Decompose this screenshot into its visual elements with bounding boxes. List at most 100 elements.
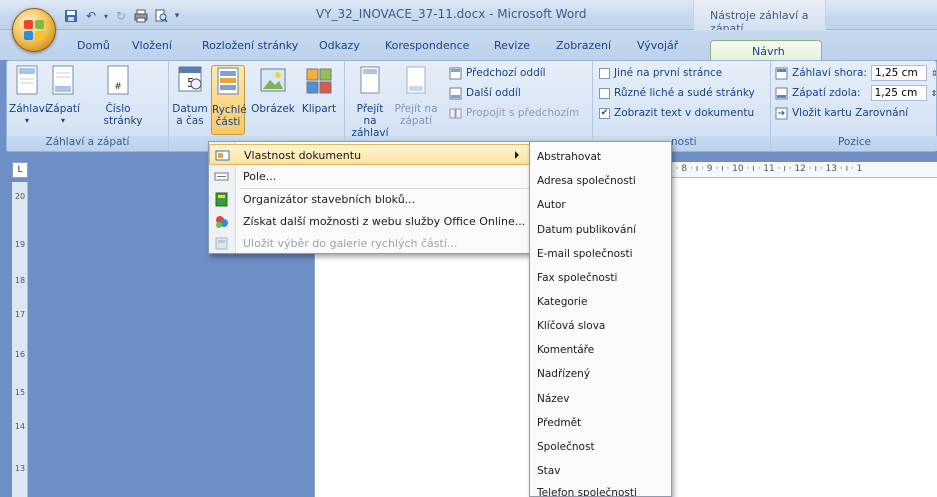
submenu-item[interactable]: Autor bbox=[537, 199, 566, 211]
link-previous-button[interactable]: Propojit s předchozím bbox=[449, 105, 579, 121]
header-from-top-label: Záhlaví shora: bbox=[792, 67, 867, 79]
clipart-button[interactable]: Klipart bbox=[297, 65, 341, 115]
footer-from-bottom-input[interactable]: 1,25 cm bbox=[870, 85, 927, 101]
submenu-item[interactable]: Předmět bbox=[537, 417, 581, 429]
office-button[interactable] bbox=[12, 8, 56, 52]
prev-section-button[interactable]: Předchozí oddíl bbox=[449, 65, 546, 81]
redo-icon[interactable]: ↻ bbox=[112, 7, 130, 25]
submenu-item[interactable]: Komentáře bbox=[537, 344, 594, 356]
tab-view[interactable]: Zobrazení bbox=[556, 39, 611, 52]
goto-header-icon bbox=[360, 66, 380, 94]
menu-item-office-online[interactable]: Získat další možnosti z webu služby Offi… bbox=[209, 211, 530, 232]
submenu-item[interactable]: Telefon společnosti bbox=[537, 487, 637, 496]
tab-selector[interactable]: L bbox=[12, 162, 28, 178]
menu-item-field[interactable]: Pole... bbox=[209, 166, 530, 187]
goto-footer-label-1: Přejít na bbox=[394, 103, 438, 115]
header-label: Záhlaví bbox=[9, 103, 48, 115]
insert-alignment-tab-label: Vložit kartu Zarovnání bbox=[792, 107, 909, 119]
tab-references[interactable]: Odkazy bbox=[319, 39, 360, 52]
chevron-down-icon[interactable]: ▾ bbox=[102, 7, 110, 25]
picture-label: Obrázek bbox=[251, 103, 295, 115]
vertical-ruler-tick: 17 bbox=[14, 310, 26, 319]
group-insert: 5 Datum a čas Rychlé části Obrázek Klipa… bbox=[169, 61, 345, 151]
tab-insert[interactable]: Vložení bbox=[132, 39, 172, 52]
link-previous-label: Propojit s předchozím bbox=[466, 107, 580, 119]
menu-item-building-blocks[interactable]: Organizátor stavebních bloků... bbox=[209, 189, 530, 210]
quick-access-toolbar: ↶ ▾ ↻ ▾ bbox=[62, 6, 182, 26]
tab-design[interactable]: Návrh bbox=[710, 40, 822, 62]
submenu-item[interactable]: Adresa společnosti bbox=[537, 175, 636, 187]
print-preview-icon[interactable] bbox=[152, 7, 170, 25]
menu-item-label: Získat další možnosti z webu služby Offi… bbox=[243, 215, 526, 228]
submenu-item[interactable]: Abstrahovat bbox=[537, 151, 601, 163]
menu-item-label: Uložit výběr do galerie rychlých částí..… bbox=[243, 237, 458, 250]
group-navigation: Přejít na záhlaví Přejít na zápatí Předc… bbox=[345, 61, 593, 151]
group-header-footer: Záhlaví ▾ Zápatí ▾ # Číslo stránky Záhla… bbox=[7, 61, 169, 151]
customize-toolbar-icon[interactable]: ▾ bbox=[172, 7, 182, 25]
document-property-icon bbox=[215, 150, 230, 161]
show-document-text-checkbox[interactable]: ✔ bbox=[599, 107, 610, 119]
different-odd-even[interactable]: Různé liché a sudé stránky bbox=[599, 85, 755, 101]
submenu-item[interactable]: Datum publikování bbox=[537, 224, 636, 236]
date-time-label-1: Datum bbox=[172, 103, 208, 115]
header-button[interactable]: Záhlaví ▾ bbox=[9, 65, 48, 127]
tab-mailings[interactable]: Korespondence bbox=[385, 39, 469, 52]
quick-parts-button[interactable]: Rychlé části bbox=[211, 65, 247, 135]
menu-item-label: Vlastnost dokumentu bbox=[244, 149, 362, 162]
page-number-label-1: Číslo bbox=[105, 103, 131, 115]
next-section-button[interactable]: Další oddíl bbox=[449, 85, 521, 101]
header-icon bbox=[16, 65, 38, 95]
header-top-icon bbox=[775, 67, 788, 79]
vertical-ruler[interactable]: 20 19 18 17 16 15 14 13 bbox=[12, 182, 28, 497]
vertical-ruler-tick: 13 bbox=[14, 464, 26, 473]
svg-text:#: # bbox=[114, 82, 122, 92]
date-time-button[interactable]: 5 Datum a čas bbox=[171, 65, 209, 127]
header-spin-icon[interactable]: ⇕ bbox=[931, 69, 937, 78]
submenu-item[interactable]: Nadřízený bbox=[537, 368, 590, 380]
group-options: Jiné na první stránce Různé liché a sudé… bbox=[593, 61, 771, 151]
quick-parts-icon bbox=[217, 67, 239, 95]
document-title: VY_32_INOVACE_37-11.docx - Microsoft Wor… bbox=[316, 7, 587, 21]
next-section-label: Další oddíl bbox=[466, 87, 521, 99]
field-icon bbox=[214, 172, 229, 181]
undo-icon[interactable]: ↶ bbox=[82, 7, 100, 25]
tab-design-label: Návrh bbox=[752, 45, 785, 58]
page-number-label-2: stránky bbox=[103, 115, 143, 127]
vertical-ruler-tick: 15 bbox=[14, 388, 26, 397]
insert-alignment-tab-button[interactable]: Vložit kartu Zarovnání bbox=[775, 105, 908, 121]
prev-section-icon bbox=[449, 67, 462, 79]
tab-developer[interactable]: Vývojář bbox=[637, 39, 678, 52]
document-property-submenu: Abstrahovat Adresa společnosti Autor Dat… bbox=[529, 141, 672, 497]
calendar-icon: 5 bbox=[178, 66, 202, 92]
submenu-item[interactable]: Kategorie bbox=[537, 296, 588, 308]
submenu-item[interactable]: Stav bbox=[537, 465, 560, 477]
submenu-item[interactable]: E-mail společnosti bbox=[537, 248, 633, 260]
footer-button[interactable]: Zápatí ▾ bbox=[45, 65, 81, 127]
tab-page-layout[interactable]: Rozložení stránky bbox=[202, 39, 298, 52]
submenu-item[interactable]: Klíčová slova bbox=[537, 320, 605, 332]
picture-button[interactable]: Obrázek bbox=[249, 65, 297, 115]
goto-footer-button[interactable]: Přejít na zápatí bbox=[393, 65, 439, 127]
print-icon[interactable] bbox=[132, 7, 150, 25]
footer-from-bottom-label: Zápatí zdola: bbox=[792, 87, 861, 99]
goto-footer-label-2: zápatí bbox=[399, 115, 433, 127]
different-first-page-checkbox[interactable] bbox=[599, 67, 610, 79]
footer-spin-icon[interactable]: ⇕ bbox=[931, 89, 937, 98]
header-from-top-input[interactable]: 1,25 cm bbox=[870, 65, 927, 81]
tab-review[interactable]: Revize bbox=[494, 39, 530, 52]
save-icon[interactable] bbox=[62, 7, 80, 25]
different-first-page[interactable]: Jiné na první stránce bbox=[599, 65, 722, 81]
date-time-label-2: a čas bbox=[176, 115, 204, 127]
alignment-tab-icon bbox=[775, 107, 788, 119]
vertical-ruler-tick: 20 bbox=[14, 192, 26, 201]
tab-home[interactable]: Domů bbox=[77, 39, 110, 52]
show-document-text[interactable]: ✔ Zobrazit text v dokumentu bbox=[599, 105, 754, 121]
goto-header-button[interactable]: Přejít na záhlaví bbox=[349, 65, 391, 139]
page-number-button[interactable]: # Číslo stránky bbox=[85, 65, 151, 127]
menu-item-document-property[interactable]: Vlastnost dokumentu bbox=[209, 144, 530, 165]
submenu-item[interactable]: Fax společnosti bbox=[537, 272, 617, 284]
different-odd-even-checkbox[interactable] bbox=[599, 87, 610, 99]
submenu-item[interactable]: Název bbox=[537, 393, 569, 405]
submenu-item[interactable]: Společnost bbox=[537, 441, 595, 453]
picture-icon bbox=[260, 68, 286, 92]
